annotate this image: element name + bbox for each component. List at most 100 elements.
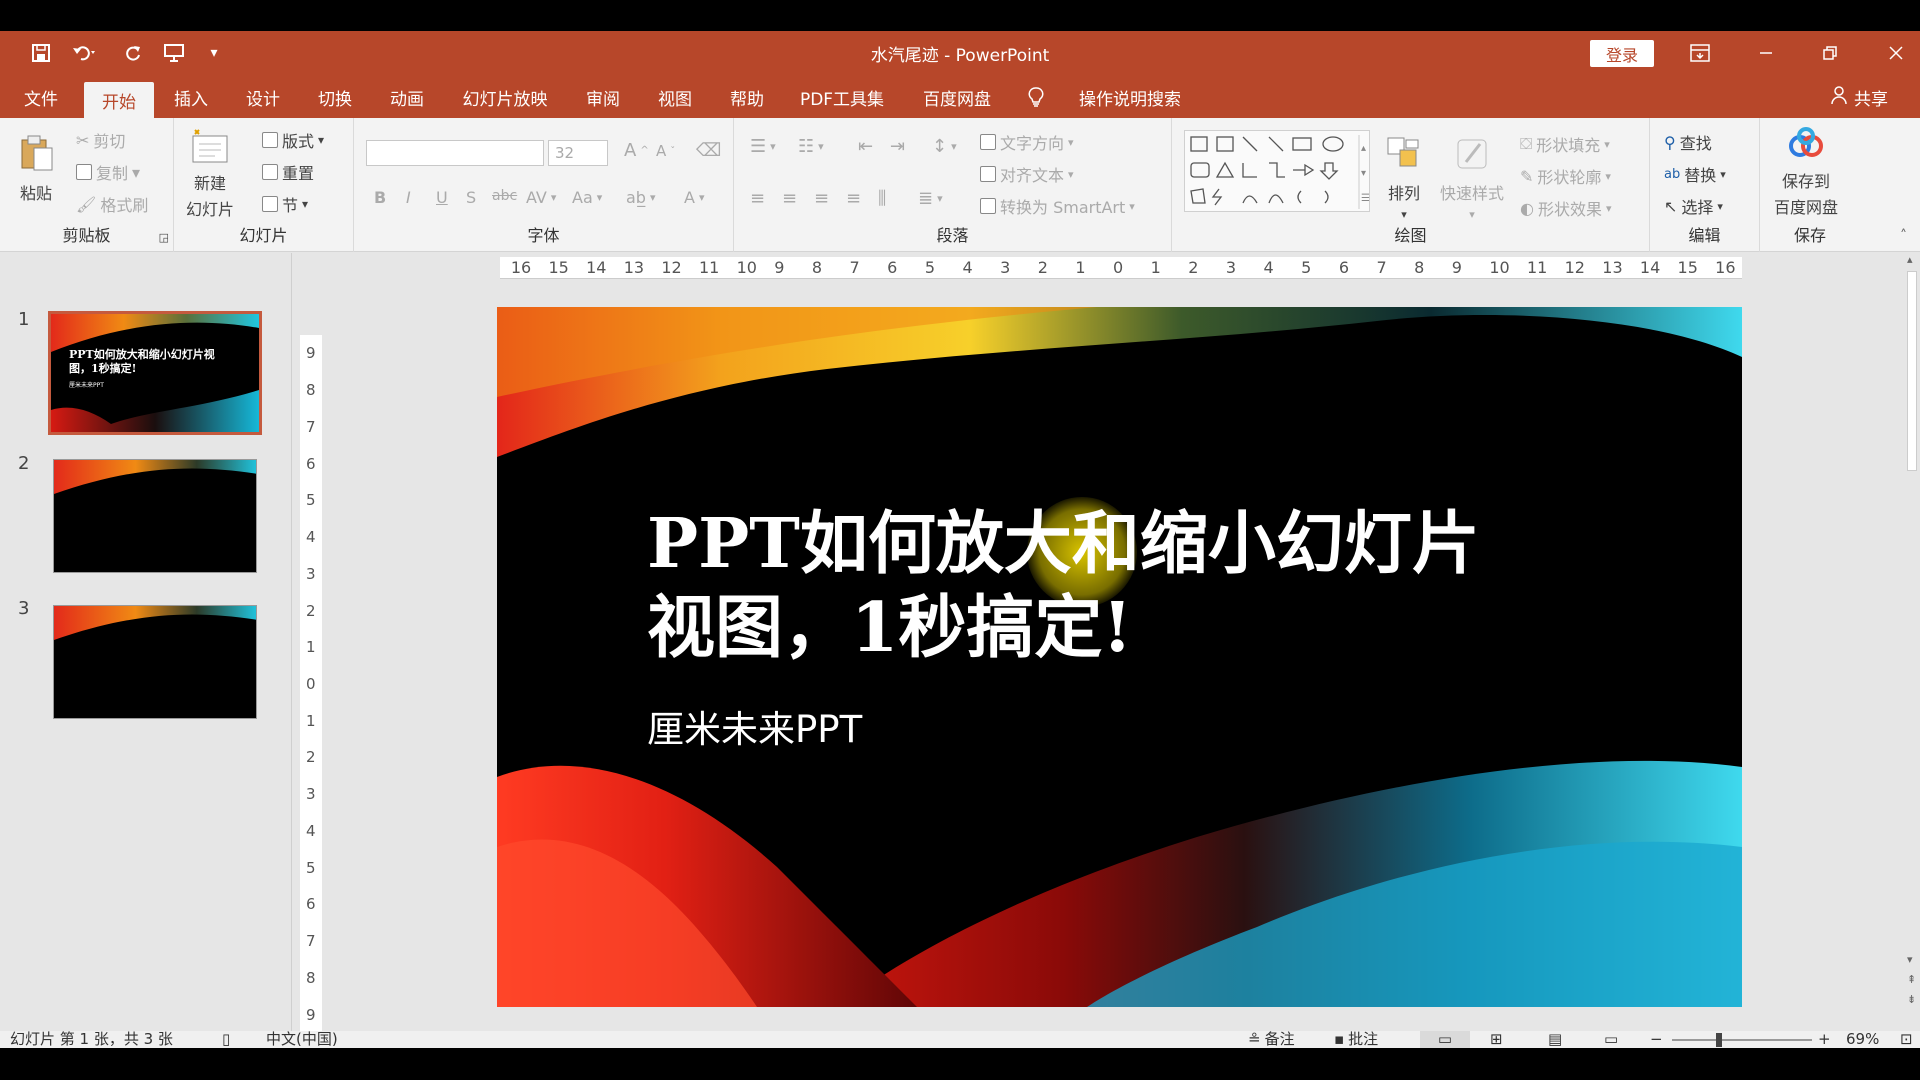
normal-view-icon[interactable]: ▭ [1420,1031,1470,1048]
shapes-gallery[interactable]: ▴ ▾ ☰ [1184,130,1370,212]
font-name-input[interactable] [366,140,544,166]
columns-icon[interactable]: ⫼ [878,188,886,209]
shape-outline-button[interactable]: ✎ 形状轮廓 ▾ [1520,164,1611,188]
slide-canvas[interactable]: PPT如何放大和缩小幻灯片 视图，1秒搞定! 厘米未来PPT [497,307,1742,1007]
font-color-button[interactable]: A ▾ [684,188,704,207]
tab-animations[interactable]: 动画 [380,76,434,118]
quick-styles-button[interactable]: 快速样式 ▾ [1440,136,1504,221]
tell-me-search[interactable]: 操作说明搜索 [1060,76,1200,118]
arrange-button[interactable]: 排列 ▾ [1386,136,1422,221]
zoom-out-icon[interactable]: − [1650,1031,1663,1048]
tab-pdf-tools[interactable]: PDF工具集 [792,76,892,118]
slide-thumbnail-2[interactable] [53,459,257,573]
bullets-icon[interactable]: ☰ ▾ [750,136,776,157]
close-icon[interactable] [1872,37,1920,69]
char-spacing-button[interactable]: AV ▾ [526,188,556,207]
align-center-icon[interactable]: ≡ [782,188,797,209]
zoom-level[interactable]: 69% [1846,1031,1879,1048]
italic-button[interactable]: I [406,188,411,207]
align-text-button[interactable]: 对齐文本 ▾ [980,162,1074,186]
section-button[interactable]: 节 ▾ [262,192,308,216]
zoom-slider[interactable] [1672,1039,1812,1041]
slide-subtitle[interactable]: 厘米未来PPT [647,699,862,753]
tab-help[interactable]: 帮助 [720,76,774,118]
tab-slideshow[interactable]: 幻灯片放映 [452,76,558,118]
align-left-icon[interactable]: ≡ [750,188,765,209]
next-slide-icon[interactable]: ⇟ [1907,993,1916,1006]
copy-button[interactable]: 复制 ▾ [76,160,140,184]
strikethrough-button[interactable]: abc [492,188,517,204]
zoom-in-icon[interactable]: + [1818,1031,1831,1048]
tab-baidu-netdisk[interactable]: 百度网盘 [912,76,1002,118]
shape-fill-button[interactable]: ⛋ 形状填充 ▾ [1520,132,1610,156]
slideshow-view-icon[interactable]: ▭ [1604,1031,1618,1048]
login-button[interactable]: 登录 [1590,40,1654,67]
new-slide-icon [189,128,231,168]
smartart-button[interactable]: 转换为 SmartArt ▾ [980,194,1135,218]
collapse-ribbon-icon[interactable]: ˄ [1900,228,1907,244]
reset-button[interactable]: 重置 [262,160,314,184]
paste-button[interactable]: 粘贴 [16,132,56,204]
ruler-tick-label: 13 [623,258,645,277]
underline-button[interactable]: U [436,188,448,207]
bold-button[interactable]: B [374,188,386,207]
fit-to-window-icon[interactable]: ⊡ [1900,1031,1913,1048]
vertical-scrollbar[interactable]: ▴ ▾ ⇞ ⇟ [1904,253,1920,1031]
ruler-tick-label: 14 [586,258,607,277]
dialog-launcher-icon[interactable]: ◲ [159,231,169,244]
numbering-icon[interactable]: ☷ ▾ [798,136,824,157]
lightbulb-icon [1022,76,1050,118]
slide-thumbnail-1[interactable]: PPT如何放大和缩小幻灯片视图，1秒搞定! 厘米未来PPT [48,311,262,435]
ruler-tick-label: 15 [1677,258,1698,277]
restore-icon[interactable] [1806,37,1854,69]
decrease-indent-icon[interactable]: ⇤ [858,136,873,157]
notes-button[interactable]: ≗ 备注 [1248,1031,1295,1048]
comments-button[interactable]: ▪ 批注 [1334,1031,1378,1048]
share-button[interactable]: 共享 [1830,76,1888,118]
tab-home[interactable]: 开始 [84,82,154,118]
replace-icon: ab [1664,166,1681,182]
font-size-input[interactable]: 32 [548,140,608,166]
scroll-down-icon[interactable]: ▾ [1907,953,1913,966]
layout-button[interactable]: 版式 ▾ [262,128,324,152]
find-button[interactable]: ⚲ 查找 [1664,130,1712,154]
shrink-font-button[interactable]: Aˇ [656,142,675,160]
save-to-baidu-button[interactable]: 保存到 百度网盘 [1774,126,1838,218]
reading-view-icon[interactable]: ▤ [1548,1031,1562,1048]
change-case-button[interactable]: Aa ▾ [572,188,602,207]
tab-file[interactable]: 文件 [14,76,68,118]
distribute-icon[interactable]: ≣ ▾ [918,188,943,209]
highlight-icon[interactable]: ab̲ ▾ [626,188,656,207]
minimize-icon[interactable] [1742,37,1790,69]
tab-transitions[interactable]: 切换 [308,76,362,118]
slide-title[interactable]: PPT如何放大和缩小幻灯片 视图，1秒搞定! [647,502,1647,670]
previous-slide-icon[interactable]: ⇞ [1907,973,1916,986]
clear-format-icon[interactable]: ⌫ [696,140,721,161]
ribbon-display-icon[interactable] [1676,37,1724,69]
new-slide-button[interactable]: 新建 幻灯片 [186,128,234,220]
cut-button[interactable]: ✂ 剪切 [76,128,125,152]
select-button[interactable]: ↖ 选择 ▾ [1664,194,1723,218]
slide-sorter-icon[interactable]: ⊞ [1490,1031,1503,1048]
justify-icon[interactable]: ≡ [846,188,861,209]
shape-effects-button[interactable]: ◐ 形状效果 ▾ [1520,196,1612,220]
line-spacing-icon[interactable]: ↕ ▾ [932,136,957,157]
align-right-icon[interactable]: ≡ [814,188,829,209]
slide-thumbnail-3[interactable] [53,605,257,719]
text-direction-button[interactable]: 文字方向 ▾ [980,130,1074,154]
tab-view[interactable]: 视图 [648,76,702,118]
grow-font-button[interactable]: A ^ [624,140,649,161]
format-painter-button[interactable]: 🖌 格式刷 [76,192,148,216]
scroll-up-icon[interactable]: ▴ [1907,253,1913,266]
shrink-font-label: A [656,142,667,160]
tab-insert[interactable]: 插入 [164,76,218,118]
tab-review[interactable]: 审阅 [576,76,630,118]
spellcheck-icon[interactable]: ▯ [222,1031,230,1048]
increase-indent-icon[interactable]: ⇥ [890,136,905,157]
shadow-button[interactable]: S [466,188,476,207]
zoom-slider-thumb[interactable] [1716,1033,1722,1047]
replace-button[interactable]: ab 替换 ▾ [1664,162,1726,186]
tab-design[interactable]: 设计 [236,76,290,118]
scroll-thumb[interactable] [1907,271,1917,471]
language[interactable]: 中文(中国) [266,1031,338,1048]
